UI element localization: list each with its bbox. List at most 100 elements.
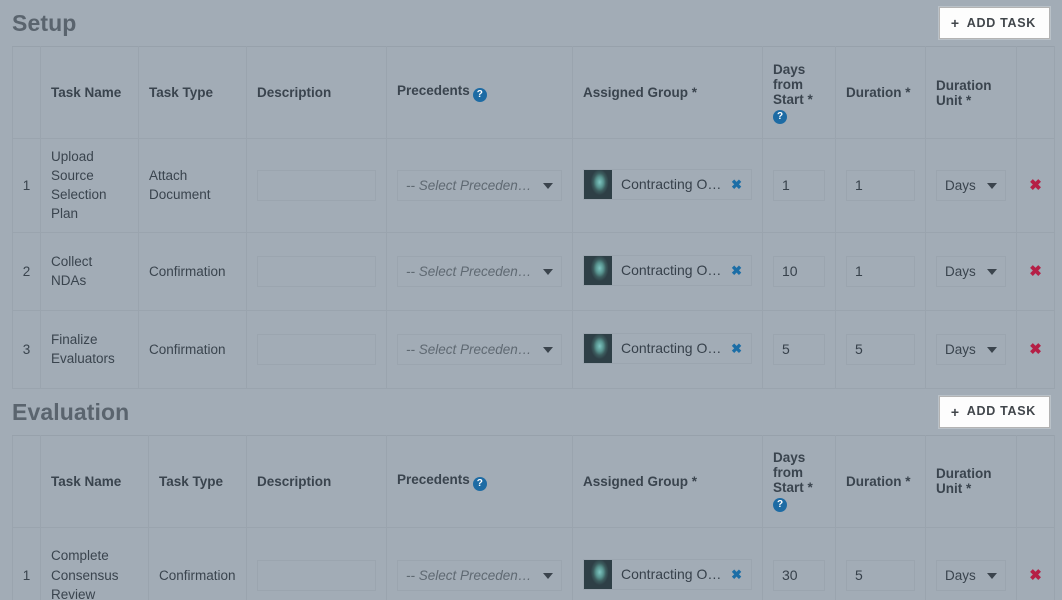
help-icon-days-from-start[interactable]: ? xyxy=(773,498,787,513)
column-header-description: Description xyxy=(246,434,387,528)
assigned-group-chip[interactable]: Contracting Officer ✖ xyxy=(583,254,752,286)
avatar xyxy=(584,169,612,199)
page-title-setup: Setup xyxy=(12,10,77,36)
column-header-precedents-label: Precedents xyxy=(397,83,470,98)
avatar xyxy=(584,255,612,285)
delete-row-icon[interactable]: ✖ xyxy=(1029,568,1042,583)
duration-unit-value: Days xyxy=(936,333,1006,365)
avatar xyxy=(584,333,612,363)
help-icon-precedents[interactable]: ? xyxy=(472,476,487,491)
section-header-setup: Setup + ADD TASK xyxy=(12,0,1050,46)
days-from-start-cell xyxy=(762,526,836,600)
remove-group-icon[interactable]: ✖ xyxy=(731,568,742,581)
precedents-select[interactable]: -- Select Precedents -- xyxy=(397,255,562,287)
column-header-task-type: Task Type xyxy=(148,434,247,528)
task-name-cell: Complete Consensus Review xyxy=(40,526,149,600)
description-cell xyxy=(246,138,387,233)
duration-unit-select[interactable]: Days xyxy=(936,333,1006,365)
days-from-start-input[interactable] xyxy=(773,333,825,365)
delete-cell: ✖ xyxy=(1016,138,1055,233)
remove-group-icon[interactable]: ✖ xyxy=(731,264,742,277)
duration-unit-value: Days xyxy=(936,559,1006,591)
column-header-index xyxy=(12,434,41,528)
description-input[interactable] xyxy=(257,169,376,201)
precedents-select[interactable]: -- Select Precedents -- xyxy=(397,333,562,365)
column-header-duration: Duration * xyxy=(835,46,926,139)
assigned-group-cell: Contracting Officer ✖ xyxy=(572,231,763,311)
duration-unit-value: Days xyxy=(936,255,1006,287)
column-header-days-label: Days from Start * xyxy=(773,450,813,496)
assigned-group-chip[interactable]: Contracting Officer ✖ xyxy=(583,168,752,200)
help-icon-precedents[interactable]: ? xyxy=(472,88,487,102)
duration-input[interactable] xyxy=(846,559,915,591)
duration-input[interactable] xyxy=(846,255,915,287)
assigned-group-label: Contracting Officer xyxy=(621,566,723,583)
column-header-task-name: Task Name xyxy=(40,46,139,139)
column-header-days-label: Days from Start * xyxy=(773,61,813,107)
column-header-description: Description xyxy=(246,46,387,139)
add-task-button-setup[interactable]: + ADD TASK xyxy=(938,7,1050,39)
duration-input[interactable] xyxy=(846,169,915,201)
duration-unit-select[interactable]: Days xyxy=(936,559,1006,591)
delete-row-icon[interactable]: ✖ xyxy=(1029,178,1042,193)
delete-row-icon[interactable]: ✖ xyxy=(1029,264,1042,279)
duration-unit-select[interactable]: Days xyxy=(936,255,1006,287)
assigned-group-chip[interactable]: Contracting Officer ✖ xyxy=(583,558,752,590)
delete-row-icon[interactable]: ✖ xyxy=(1029,342,1042,357)
duration-input[interactable] xyxy=(846,333,915,365)
add-task-label: ADD TASK xyxy=(966,15,1036,30)
help-icon-days-from-start[interactable]: ? xyxy=(773,109,787,124)
add-task-label: ADD TASK xyxy=(966,404,1036,419)
description-input[interactable] xyxy=(257,559,376,591)
table-header-evaluation: Task Name Task Type Description Preceden… xyxy=(12,434,1055,528)
precedents-select[interactable]: -- Select Precedents -- xyxy=(397,559,562,591)
days-from-start-input[interactable] xyxy=(773,255,825,287)
description-cell xyxy=(246,231,387,311)
row-index: 3 xyxy=(12,309,41,389)
duration-unit-select[interactable]: Days xyxy=(936,169,1006,201)
description-input[interactable] xyxy=(257,333,376,365)
column-header-delete xyxy=(1016,46,1055,139)
precedents-cell: -- Select Precedents -- xyxy=(386,309,573,389)
task-name-cell: Collect NDAs xyxy=(40,231,139,311)
days-from-start-input[interactable] xyxy=(773,559,825,591)
task-type-cell: Confirmation xyxy=(138,231,247,311)
duration-unit-cell: Days xyxy=(925,138,1017,233)
days-from-start-cell xyxy=(762,138,836,233)
days-from-start-input[interactable] xyxy=(773,169,825,201)
column-header-duration-unit: Duration Unit * xyxy=(925,46,1017,139)
assigned-group-chip[interactable]: Contracting Officer ✖ xyxy=(583,332,752,364)
table-body-evaluation: 1 Complete Consensus Review Confirmation… xyxy=(12,526,1055,600)
precedents-cell: -- Select Precedents -- xyxy=(386,138,573,233)
column-header-precedents: Precedents? xyxy=(386,434,573,528)
precedents-select-value: -- Select Precedents -- xyxy=(397,255,562,287)
duration-unit-cell: Days xyxy=(925,309,1017,389)
precedents-select-value: -- Select Precedents -- xyxy=(397,169,562,201)
column-header-delete xyxy=(1016,434,1055,528)
assigned-group-cell: Contracting Officer ✖ xyxy=(572,138,763,233)
task-name-cell: Upload Source Selection Plan xyxy=(40,138,139,233)
remove-group-icon[interactable]: ✖ xyxy=(731,178,742,191)
assigned-group-label: Contracting Officer xyxy=(621,262,723,279)
column-header-assigned-group: Assigned Group * xyxy=(572,46,763,139)
add-task-button-evaluation[interactable]: + ADD TASK xyxy=(938,395,1050,428)
duration-unit-value: Days xyxy=(936,169,1006,201)
duration-cell xyxy=(835,309,926,389)
column-header-index xyxy=(12,46,41,139)
table-row: 1 Upload Source Selection Plan Attach Do… xyxy=(12,138,1055,233)
duration-cell xyxy=(835,138,926,233)
table-body-setup: 1 Upload Source Selection Plan Attach Do… xyxy=(12,138,1055,389)
days-from-start-cell xyxy=(762,309,836,389)
column-header-duration: Duration * xyxy=(835,434,926,528)
description-input[interactable] xyxy=(257,255,376,287)
precedents-select[interactable]: -- Select Precedents -- xyxy=(397,169,562,201)
delete-cell: ✖ xyxy=(1016,309,1055,389)
task-type-cell: Confirmation xyxy=(148,526,247,600)
row-index: 2 xyxy=(12,231,41,311)
section-header-evaluation: Evaluation + ADD TASK xyxy=(12,389,1050,435)
avatar xyxy=(584,559,612,589)
days-from-start-cell xyxy=(762,231,836,311)
remove-group-icon[interactable]: ✖ xyxy=(731,342,742,355)
column-header-duration-unit: Duration Unit * xyxy=(925,434,1017,528)
precedents-cell: -- Select Precedents -- xyxy=(386,526,573,600)
